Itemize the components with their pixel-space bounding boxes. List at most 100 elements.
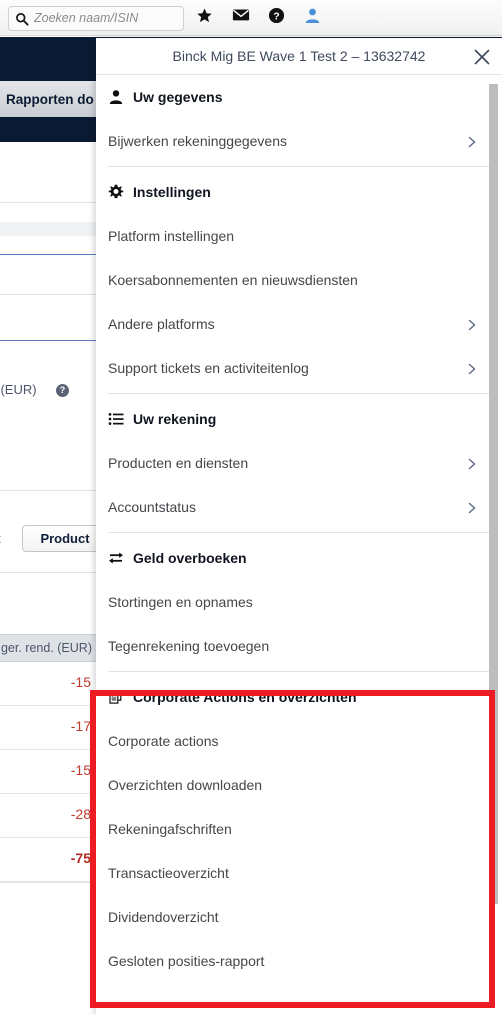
table-column-header-label: ger. rend. (EUR) — [0, 641, 92, 655]
menu-item-support-tickets[interactable]: Support tickets en activiteitenlog — [96, 346, 502, 390]
list-icon — [108, 411, 124, 427]
section-header: Uw rekening — [96, 397, 502, 441]
section-instellingen: Instellingen Platform instellingen Koers… — [96, 170, 502, 390]
panel-body: Uw gegevens Bijwerken rekeninggegevens I… — [96, 75, 502, 1015]
chevron-right-icon — [466, 318, 478, 331]
section-title: Geld overboeken — [133, 550, 247, 566]
app-root: Zoeken naam/ISIN ? Rapporten do (EUR) ? … — [0, 0, 502, 1015]
menu-item-label: Andere platforms — [108, 316, 215, 332]
content-divider — [0, 882, 96, 883]
table-cell-value: -15 — [70, 762, 91, 778]
menu-item-label: Accountstatus — [108, 499, 196, 515]
menu-item-stortingen-en-opnames[interactable]: Stortingen en opnames — [96, 580, 502, 624]
section-corporate-actions: Corporate Actions en overzichten Corpora… — [96, 675, 502, 983]
mail-icon[interactable] — [232, 7, 250, 24]
nav-tab-label: Rapporten do — [6, 92, 94, 107]
top-toolbar: Zoeken naam/ISIN ? — [0, 0, 502, 36]
transfer-icon — [108, 550, 124, 566]
menu-item-label: Rekeningafschriften — [108, 821, 232, 837]
column-help-icon[interactable]: ? — [56, 384, 69, 397]
content-divider — [0, 202, 96, 203]
section-geld-overboeken: Geld overboeken Stortingen en opnames Te… — [96, 536, 502, 668]
menu-item-koersabonnementen[interactable]: Koersabonnementen en nieuwsdiensten — [96, 258, 502, 302]
menu-item-label: Producten en diensten — [108, 455, 249, 471]
menu-item-transactieoverzicht[interactable]: Transactieoverzicht — [96, 851, 502, 895]
menu-item-label: Koersabonnementen en nieuwsdiensten — [108, 272, 358, 288]
table-row: -28 — [0, 794, 96, 838]
toolbar-icon-group: ? — [196, 7, 321, 24]
menu-item-label: Support tickets en activiteitenlog — [108, 360, 309, 376]
menu-item-label: Platform instellingen — [108, 228, 235, 244]
menu-item-accountstatus[interactable]: Accountstatus — [96, 485, 502, 529]
documents-icon — [108, 689, 124, 705]
person-icon — [108, 89, 124, 105]
account-menu-panel: Binck Mig BE Wave 1 Test 2 – 13632742 Uw… — [96, 38, 502, 1015]
table-cell-value: -17 — [70, 718, 91, 734]
close-icon[interactable] — [472, 47, 492, 67]
sort-label: g: — [0, 532, 1, 546]
menu-item-label: Bijwerken rekeninggegevens — [108, 133, 287, 149]
section-divider — [108, 532, 490, 533]
section-divider — [108, 393, 490, 394]
panel-scrollbar-thumb[interactable] — [489, 84, 498, 904]
section-header: Instellingen — [96, 170, 502, 214]
section-divider — [108, 166, 490, 167]
table-row: -15 — [0, 662, 96, 706]
section-uw-gegevens: Uw gegevens Bijwerken rekeninggegevens — [96, 75, 502, 163]
table-row-total: -75 — [0, 838, 96, 882]
section-header: Uw gegevens — [96, 75, 502, 119]
content-divider — [0, 490, 96, 491]
search-placeholder: Zoeken naam/ISIN — [34, 11, 139, 26]
content-accent-line — [0, 254, 96, 255]
menu-item-label: Stortingen en opnames — [108, 594, 253, 610]
menu-item-producten-en-diensten[interactable]: Producten en diensten — [96, 441, 502, 485]
help-icon[interactable]: ? — [268, 7, 285, 24]
section-title: Corporate Actions en overzichten — [133, 689, 357, 705]
search-icon — [15, 12, 29, 26]
chevron-right-icon — [466, 362, 478, 375]
panel-header: Binck Mig BE Wave 1 Test 2 – 13632742 — [96, 38, 502, 75]
menu-item-andere-platforms[interactable]: Andere platforms — [96, 302, 502, 346]
menu-item-label: Transactieoverzicht — [108, 865, 229, 881]
panel-title: Binck Mig BE Wave 1 Test 2 – 13632742 — [172, 48, 426, 64]
table-cell-value: -15 — [70, 674, 91, 690]
chevron-right-icon — [466, 457, 478, 470]
chevron-right-icon — [466, 501, 478, 514]
menu-item-label: Corporate actions — [108, 733, 219, 749]
section-title: Instellingen — [133, 184, 211, 200]
section-header: Geld overboeken — [96, 536, 502, 580]
search-input[interactable]: Zoeken naam/ISIN — [8, 6, 184, 31]
content-accent-line — [0, 340, 96, 341]
menu-item-label: Gesloten posities-rapport — [108, 953, 265, 969]
menu-item-corporate-actions[interactable]: Corporate actions — [96, 719, 502, 763]
content-divider — [0, 572, 96, 573]
menu-item-overzichten-downloaden[interactable]: Overzichten downloaden — [96, 763, 502, 807]
menu-item-platform-instellingen[interactable]: Platform instellingen — [96, 214, 502, 258]
table-row: -17 — [0, 706, 96, 750]
column-label: at (EUR) — [0, 382, 37, 397]
menu-item-label: Overzichten downloaden — [108, 777, 263, 793]
menu-item-rekeningafschriften[interactable]: Rekeningafschriften — [96, 807, 502, 851]
table-column-header: ger. rend. (EUR) — [0, 634, 96, 662]
table-row: -15 — [0, 750, 96, 794]
section-header: Corporate Actions en overzichten — [96, 675, 502, 719]
content-band — [0, 222, 96, 236]
menu-item-bijwerken-rekeninggegevens[interactable]: Bijwerken rekeninggegevens — [96, 119, 502, 163]
user-icon[interactable] — [304, 7, 321, 24]
section-uw-rekening: Uw rekening Producten en diensten Accoun… — [96, 397, 502, 529]
menu-item-tegenrekening-toevoegen[interactable]: Tegenrekening toevoegen — [96, 624, 502, 668]
section-divider — [108, 671, 490, 672]
menu-item-gesloten-posities-rapport[interactable]: Gesloten posities-rapport — [96, 939, 502, 983]
chevron-right-icon — [466, 135, 478, 148]
menu-item-label: Dividendoverzicht — [108, 909, 219, 925]
section-title: Uw rekening — [133, 411, 217, 427]
menu-item-label: Tegenrekening toevoegen — [108, 638, 270, 654]
menu-item-dividendoverzicht[interactable]: Dividendoverzicht — [96, 895, 502, 939]
svg-text:?: ? — [273, 11, 279, 22]
section-title: Uw gegevens — [133, 89, 223, 105]
table-cell-value: -28 — [70, 806, 91, 822]
table-cell-total-value: -75 — [70, 850, 91, 866]
gear-icon — [108, 184, 124, 200]
star-icon[interactable] — [196, 7, 213, 24]
content-divider — [0, 294, 96, 295]
